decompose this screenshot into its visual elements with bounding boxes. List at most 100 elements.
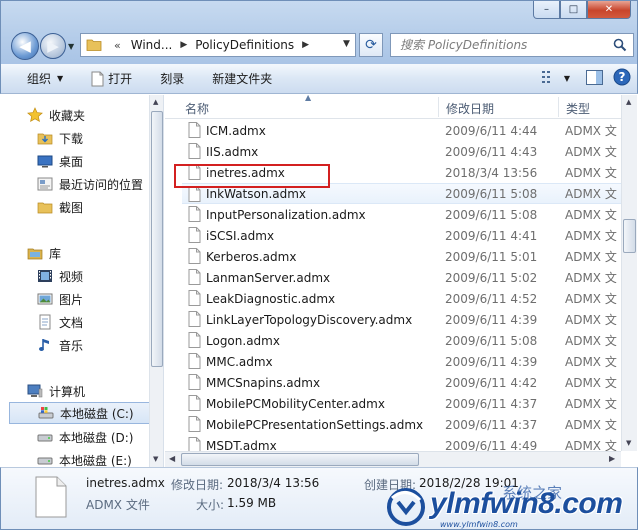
command-bar: 组织 ▼ 打开 刻录 新建文件夹 ▼ ? <box>0 64 638 94</box>
file-row[interactable]: iSCSI.admx 2009/6/11 4:41 ADMX 文 <box>182 225 621 246</box>
file-row[interactable]: LanmanServer.admx 2009/6/11 5:02 ADMX 文 <box>182 267 621 288</box>
drive-icon <box>37 452 53 467</box>
file-list-vertical-scrollbar[interactable]: ▲ ▼ <box>621 95 637 451</box>
window-controls: – □ ✕ <box>533 1 631 19</box>
column-header-type[interactable]: 类型 <box>566 100 590 117</box>
sidebar-item-recent-places[interactable]: 最近访问的位置 <box>37 173 143 195</box>
column-header-name[interactable]: 名称 <box>185 100 209 117</box>
file-row[interactable]: InputPersonalization.admx 2009/6/11 5:08 A… <box>182 204 621 225</box>
sidebar-item-documents[interactable]: 文档 <box>37 311 83 333</box>
file-date: 2009/6/11 4:39 <box>445 354 538 369</box>
address-history-dropdown[interactable]: ▼ <box>343 39 350 49</box>
column-header-date[interactable]: 修改日期 <box>446 100 494 117</box>
file-row[interactable]: LeakDiagnostic.admx 2009/6/11 4:52 ADMX 文 <box>182 288 621 309</box>
organize-button[interactable]: 组织 ▼ <box>21 68 69 90</box>
sidebar-item-downloads[interactable]: 下载 <box>37 127 83 149</box>
sidebar-item-drive-e[interactable]: 本地磁盘 (E:) <box>37 449 132 467</box>
search-box[interactable] <box>390 33 634 57</box>
file-row[interactable]: Kerberos.admx 2009/6/11 5:01 ADMX 文 <box>182 246 621 267</box>
column-divider[interactable] <box>438 97 439 117</box>
sidebar-group-favorites[interactable]: 收藏夹 <box>27 104 85 126</box>
file-row[interactable]: MobilePCPresentationSettings.admx 2009/6/… <box>182 414 621 435</box>
sidebar-item-label: 最近访问的位置 <box>59 177 144 192</box>
file-icon <box>188 332 201 351</box>
scroll-up-icon[interactable]: ▲ <box>153 98 158 106</box>
file-date: 2009/6/11 5:01 <box>445 249 538 264</box>
sidebar-item-desktop[interactable]: 桌面 <box>37 150 83 172</box>
navigation-scrollbar[interactable]: ▲ ▼ <box>149 95 163 467</box>
scrollbar-thumb[interactable] <box>623 219 636 253</box>
address-bar[interactable]: « Wind... ▶ PolicyDefinitions ▶ <box>80 33 356 57</box>
maximize-button[interactable]: □ <box>560 1 587 19</box>
breadcrumb-item-windows[interactable]: Wind... <box>131 38 173 52</box>
forward-button[interactable]: ▶ <box>40 33 66 59</box>
details-filename: inetres.admx <box>86 476 165 490</box>
file-icon <box>188 186 201 205</box>
file-row[interactable]: IIS.admx 2009/6/11 4:43 ADMX 文 <box>182 141 621 162</box>
file-type: ADMX 文 <box>565 124 617 138</box>
view-controls: ▼ ? <box>532 68 631 89</box>
file-row[interactable]: MMCSnapins.admx 2009/6/11 4:42 ADMX 文 <box>182 372 621 393</box>
recent-places-icon <box>37 176 53 192</box>
sidebar-item-label: 本地磁盘 (E:) <box>59 453 132 468</box>
minimize-button[interactable]: – <box>533 1 560 19</box>
search-icon[interactable] <box>613 38 627 55</box>
pictures-icon <box>37 291 53 307</box>
file-icon <box>188 227 201 246</box>
details-size-label: 大小: <box>196 498 225 512</box>
file-date: 2009/6/11 4:42 <box>445 375 538 390</box>
close-button[interactable]: ✕ <box>587 1 631 19</box>
scroll-down-icon[interactable]: ▼ <box>626 439 631 447</box>
search-input[interactable] <box>391 38 601 52</box>
sidebar-group-computer[interactable]: 计算机 <box>27 380 85 402</box>
scrollbar-thumb[interactable] <box>151 111 163 367</box>
new-folder-button[interactable]: 新建文件夹 <box>206 68 278 90</box>
back-button[interactable]: ◀ <box>11 32 39 60</box>
file-row[interactable]: MMC.admx 2009/6/11 4:39 ADMX 文 <box>182 351 621 372</box>
file-date: 2009/6/11 5:08 <box>445 333 538 348</box>
breadcrumb-separator-icon[interactable]: ▶ <box>302 40 309 50</box>
file-date: 2009/6/11 5:02 <box>445 270 538 285</box>
file-type: ADMX 文 <box>565 418 617 432</box>
open-label: 打开 <box>108 72 133 86</box>
sidebar-item-label: 图片 <box>59 292 84 307</box>
chevron-down-icon: ▼ <box>57 74 64 83</box>
help-button[interactable]: ? <box>613 68 631 89</box>
scroll-left-icon[interactable]: ◀ <box>169 454 175 463</box>
sidebar-item-music[interactable]: 音乐 <box>37 334 83 356</box>
change-view-button[interactable]: ▼ <box>541 70 570 87</box>
file-row[interactable]: MobilePCMobilityCenter.admx 2009/6/11 4:3… <box>182 393 621 414</box>
refresh-button[interactable]: ⟳ <box>359 33 383 57</box>
burn-button[interactable]: 刻录 <box>154 68 190 90</box>
navigation-pane: 收藏夹 下载 桌面 最近访问的位置 截图 库 视频 图片 文档 音乐 计算机 本… <box>1 95 164 467</box>
file-row[interactable]: ICM.admx 2009/6/11 4:44 ADMX 文 <box>182 120 621 141</box>
sidebar-item-drive-c[interactable]: 本地磁盘 (C:) <box>9 402 157 424</box>
sidebar-item-label: 截图 <box>59 200 84 215</box>
svg-text:?: ? <box>619 70 626 84</box>
sidebar-item-videos[interactable]: 视频 <box>37 265 83 287</box>
sidebar-item-screenshots[interactable]: 截图 <box>37 196 83 218</box>
sidebar-group-libraries[interactable]: 库 <box>27 242 61 264</box>
open-button[interactable]: 打开 <box>85 68 138 90</box>
breadcrumb-separator-icon[interactable]: ▶ <box>180 40 187 50</box>
scroll-right-icon[interactable]: ▶ <box>609 454 615 463</box>
file-row[interactable]: Logon.admx 2009/6/11 5:08 ADMX 文 <box>182 330 621 351</box>
file-icon <box>35 476 67 521</box>
breadcrumb-item-policydefinitions[interactable]: PolicyDefinitions <box>195 38 294 52</box>
preview-pane-icon <box>586 69 603 88</box>
preview-pane-button[interactable] <box>586 69 603 88</box>
scrollbar-thumb[interactable] <box>181 453 419 466</box>
breadcrumb-overflow[interactable]: « <box>114 39 121 52</box>
file-date: 2009/6/11 5:08 <box>445 186 538 201</box>
sidebar-item-drive-d[interactable]: 本地磁盘 (D:) <box>37 426 133 448</box>
scroll-up-icon[interactable]: ▲ <box>626 98 631 106</box>
documents-icon <box>37 314 53 330</box>
file-name: MobilePCMobilityCenter.admx <box>206 396 385 411</box>
recent-pages-dropdown[interactable]: ▼ <box>68 42 74 51</box>
file-list-horizontal-scrollbar[interactable]: ◀ ▶ <box>165 451 621 467</box>
column-divider[interactable] <box>558 97 559 117</box>
file-row[interactable]: LinkLayerTopologyDiscovery.admx 2009/6/11… <box>182 309 621 330</box>
file-name: InputPersonalization.admx <box>206 207 366 222</box>
scroll-down-icon[interactable]: ▼ <box>153 455 158 463</box>
sidebar-item-pictures[interactable]: 图片 <box>37 288 83 310</box>
